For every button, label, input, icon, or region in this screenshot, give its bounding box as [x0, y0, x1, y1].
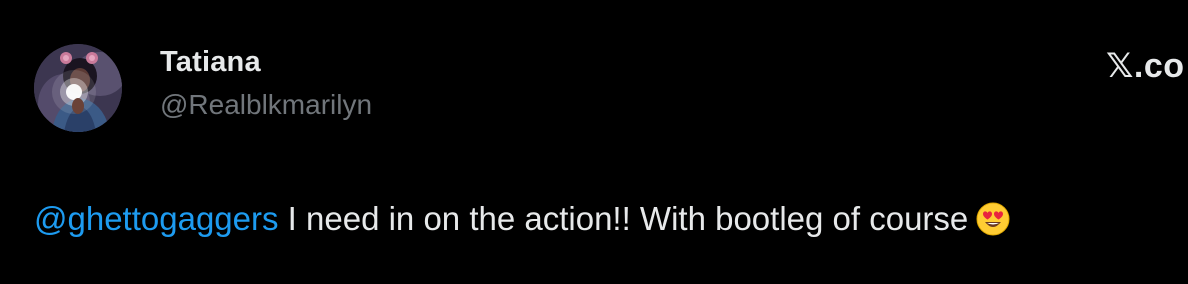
- display-name[interactable]: Tatiana: [160, 46, 261, 79]
- heart-eyes-emoji-icon: [976, 202, 1010, 244]
- tweet-body: @ghettogaggers I need in on the action!!…: [34, 200, 1010, 244]
- avatar-image: [34, 44, 122, 132]
- avatar[interactable]: [34, 44, 122, 132]
- user-handle[interactable]: @Realblkmarilyn: [160, 89, 372, 121]
- mention-link[interactable]: @ghettogaggers: [34, 200, 279, 237]
- brand-domain: .co: [1133, 47, 1185, 85]
- x-brand-watermark: 𝕏.co: [1106, 46, 1185, 86]
- x-logo-icon: 𝕏: [1106, 46, 1134, 86]
- tweet-card: Tatiana @Realblkmarilyn 𝕏.co @ghettogagg…: [0, 0, 1188, 284]
- tweet-text: I need in on the action!! With bootleg o…: [278, 200, 969, 237]
